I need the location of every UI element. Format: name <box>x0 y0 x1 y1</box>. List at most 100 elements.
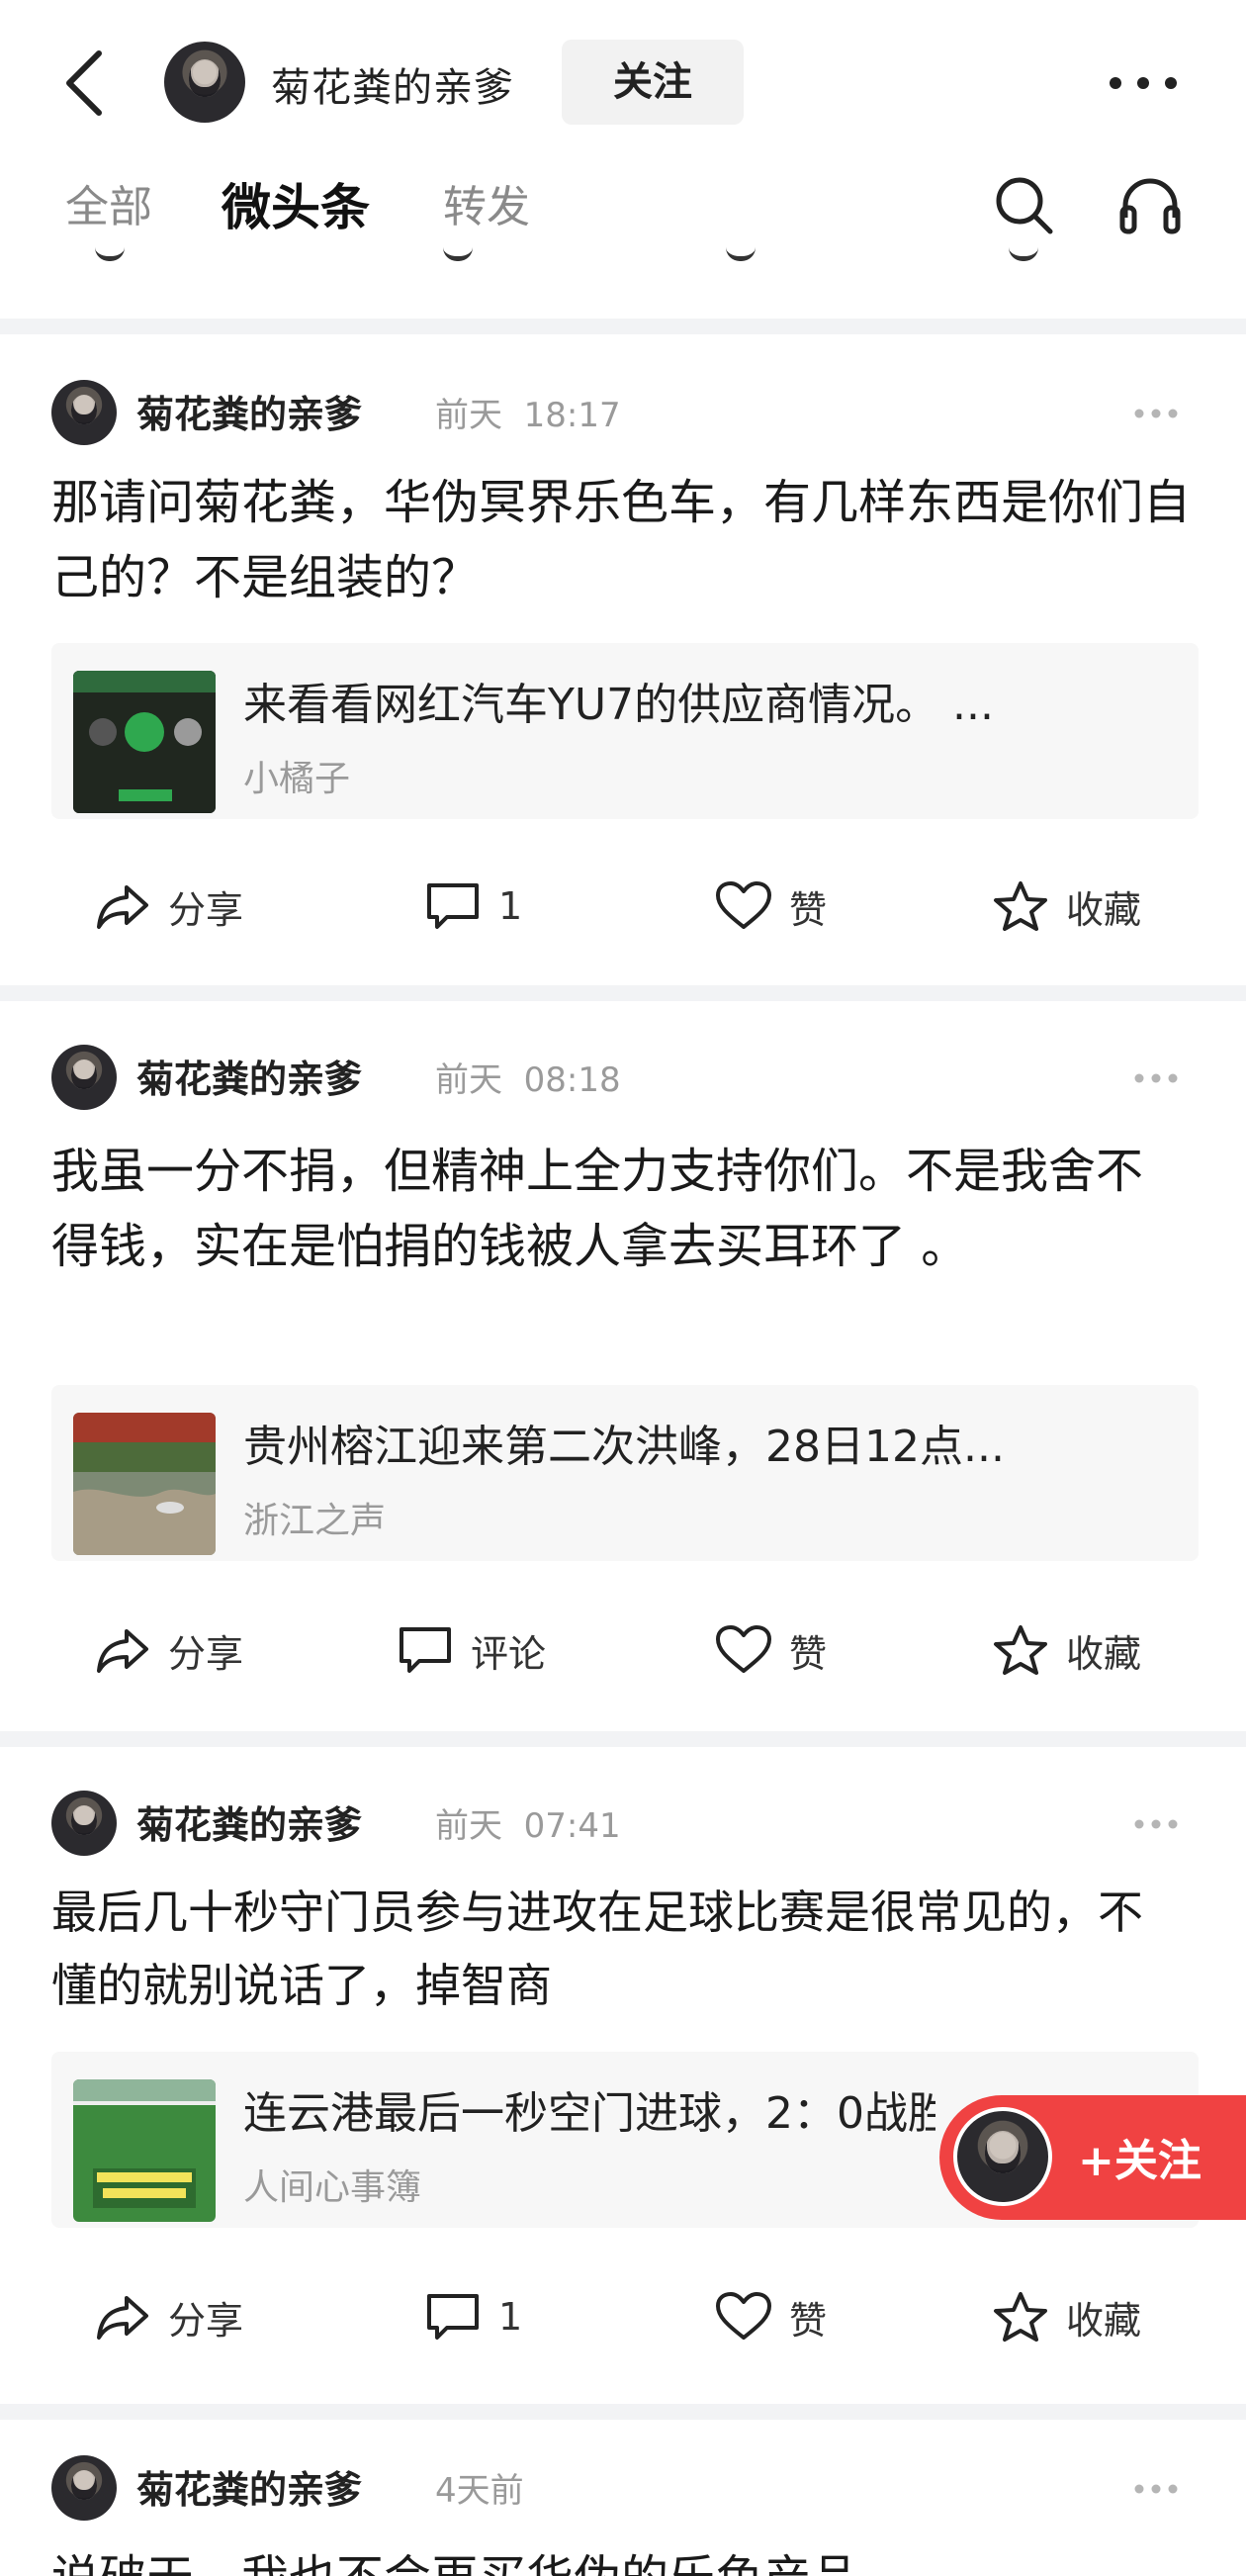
floating-follow-label: +关注 <box>1078 2136 1202 2186</box>
search-button[interactable] <box>993 174 1054 235</box>
more-icon[interactable] <box>1133 1072 1179 1084</box>
post-clock: 08:18 <box>523 1060 621 1100</box>
star-icon <box>994 2292 1047 2342</box>
favorite-label: 收藏 <box>1066 1631 1142 1676</box>
share-button[interactable]: 分享 <box>95 2277 243 2356</box>
post-avatar[interactable] <box>51 1045 117 1110</box>
post-item[interactable]: 菊花粪的亲爹 4天前 说破天，我也不会再买华伪的乐色产品 <box>0 2420 1246 2576</box>
comment-button[interactable]: 1 <box>425 2277 522 2356</box>
separator <box>0 2404 1246 2420</box>
post-actions: 分享 1 赞 收藏 <box>0 2277 1246 2356</box>
separator <box>0 985 1246 1001</box>
article-title: 来看看网红汽车YU7的供应商情况。 ... <box>243 680 995 730</box>
more-button[interactable] <box>1108 63 1179 103</box>
post-day: 前天 <box>435 1806 502 1846</box>
back-button[interactable] <box>59 44 119 123</box>
more-icon[interactable] <box>1133 1818 1179 1830</box>
post-avatar[interactable] <box>51 1791 117 1856</box>
floating-avatar <box>953 2107 1052 2206</box>
like-label: 赞 <box>789 1631 828 1676</box>
like-button[interactable]: 赞 <box>716 2277 827 2356</box>
favorite-label: 收藏 <box>1066 887 1142 932</box>
post-author[interactable]: 菊花粪的亲爹 <box>136 1794 362 1849</box>
post-author[interactable]: 菊花粪的亲爹 <box>136 1049 362 1103</box>
like-label: 赞 <box>789 2298 828 2343</box>
share-label: 分享 <box>168 887 244 932</box>
article-source: 小橘子 <box>243 759 351 799</box>
post-item[interactable]: 菊花粪的亲爹 前天 07:41 最后几十秒守门员参与进攻在足球比赛是很常见的，不… <box>0 1747 1246 2404</box>
post-text[interactable]: 我虽一分不捐，但精神上全力支持你们。不是我舍不得钱，实在是怕捐的钱被人拿去买耳环… <box>51 1134 1189 1284</box>
post-time: 4天前 <box>435 2471 524 2511</box>
share-button[interactable]: 分享 <box>95 1610 243 1690</box>
post-day: 前天 <box>435 396 502 435</box>
linked-article-card[interactable]: 来看看网红汽车YU7的供应商情况。 ... 小橘子 <box>51 643 1199 819</box>
favorite-button[interactable]: 收藏 <box>993 867 1141 946</box>
post-item[interactable]: 菊花粪的亲爹 前天 18:17 那请问菊花粪，华伪冥界乐色车，有几样东西是你们自… <box>0 334 1246 985</box>
search-icon <box>996 177 1053 234</box>
article-title: 贵州榕江迎来第二次洪峰，28日12点... <box>243 1422 1005 1472</box>
tab-repost[interactable]: 转发 <box>443 168 530 247</box>
comment-count: 1 <box>498 2295 523 2339</box>
like-button[interactable]: 赞 <box>716 867 827 946</box>
listen-button[interactable] <box>1117 174 1183 235</box>
article-title: 连云港最后一秒空门进球，2：0战胜 <box>243 2088 935 2139</box>
post-item[interactable]: 菊花粪的亲爹 前天 08:18 我虽一分不捐，但精神上全力支持你们。不是我舍不得… <box>0 1001 1246 1731</box>
top-bar: 菊花粪的亲爹 关注 <box>0 0 1246 163</box>
star-icon <box>994 881 1047 931</box>
post-clock: 18:17 <box>523 396 621 435</box>
tab-weitoutiao[interactable]: 微头条 <box>222 168 370 247</box>
favorite-button[interactable]: 收藏 <box>993 1610 1141 1690</box>
more-icon[interactable] <box>1133 2483 1179 2495</box>
comment-button[interactable]: 1 <box>425 867 522 946</box>
author-name[interactable]: 菊花粪的亲爹 <box>271 55 514 113</box>
share-icon <box>97 1629 148 1673</box>
post-author[interactable]: 菊花粪的亲爹 <box>136 384 362 438</box>
headset-icon <box>1119 178 1181 234</box>
article-thumbnail <box>73 671 216 813</box>
share-icon <box>97 885 148 929</box>
heart-icon <box>716 1625 771 1673</box>
heart-icon <box>716 881 771 929</box>
comment-icon <box>400 1627 451 1673</box>
clipped-previous-actions <box>0 247 1246 265</box>
post-text[interactable]: 说破天，我也不会再买华伪的乐色产品 <box>51 2540 1208 2576</box>
comment-label: 评论 <box>471 1631 547 1676</box>
post-clock: 07:41 <box>523 1806 621 1846</box>
favorite-button[interactable]: 收藏 <box>993 2277 1141 2356</box>
article-thumbnail <box>73 2079 216 2222</box>
heart-icon <box>716 2292 771 2340</box>
article-source: 浙江之声 <box>243 1501 387 1541</box>
comment-icon <box>427 2294 479 2340</box>
post-text[interactable]: 那请问菊花粪，华伪冥界乐色车，有几样东西是你们自己的？不是组装的？ <box>51 465 1208 615</box>
floating-follow-button[interactable]: +关注 <box>939 2095 1246 2220</box>
star-icon <box>994 1625 1047 1675</box>
favorite-label: 收藏 <box>1066 2298 1142 2343</box>
follow-button[interactable]: 关注 <box>562 40 744 125</box>
more-icon[interactable] <box>1133 408 1179 419</box>
comment-button[interactable]: 评论 <box>398 1610 546 1690</box>
share-icon <box>97 2296 148 2340</box>
tab-all[interactable]: 全部 <box>65 168 152 247</box>
post-time: 前天 08:18 <box>435 1053 621 1101</box>
post-time: 前天 07:41 <box>435 1798 621 1847</box>
like-button[interactable]: 赞 <box>716 1610 827 1690</box>
share-label: 分享 <box>168 1631 244 1676</box>
comment-icon <box>427 883 479 929</box>
like-label: 赞 <box>789 887 828 932</box>
post-time: 前天 18:17 <box>435 388 621 436</box>
linked-article-card[interactable]: 贵州榕江迎来第二次洪峰，28日12点... 浙江之声 <box>51 1385 1199 1561</box>
share-button[interactable]: 分享 <box>95 867 243 946</box>
tab-bar: 全部 微头条 转发 <box>0 168 1246 247</box>
article-source: 人间心事簿 <box>243 2167 422 2208</box>
post-actions: 分享 1 赞 收藏 <box>0 867 1246 946</box>
post-avatar[interactable] <box>51 2455 117 2521</box>
comment-count: 1 <box>498 884 523 928</box>
separator <box>0 319 1246 334</box>
post-author[interactable]: 菊花粪的亲爹 <box>136 2459 362 2514</box>
post-text[interactable]: 最后几十秒守门员参与进攻在足球比赛是很常见的，不懂的就别说话了，掉智商 <box>51 1876 1169 2022</box>
ellipsis-icon <box>1110 77 1177 89</box>
separator <box>0 1731 1246 1747</box>
post-avatar[interactable] <box>51 380 117 445</box>
author-avatar[interactable] <box>164 42 245 123</box>
post-day: 前天 <box>435 1060 502 1100</box>
